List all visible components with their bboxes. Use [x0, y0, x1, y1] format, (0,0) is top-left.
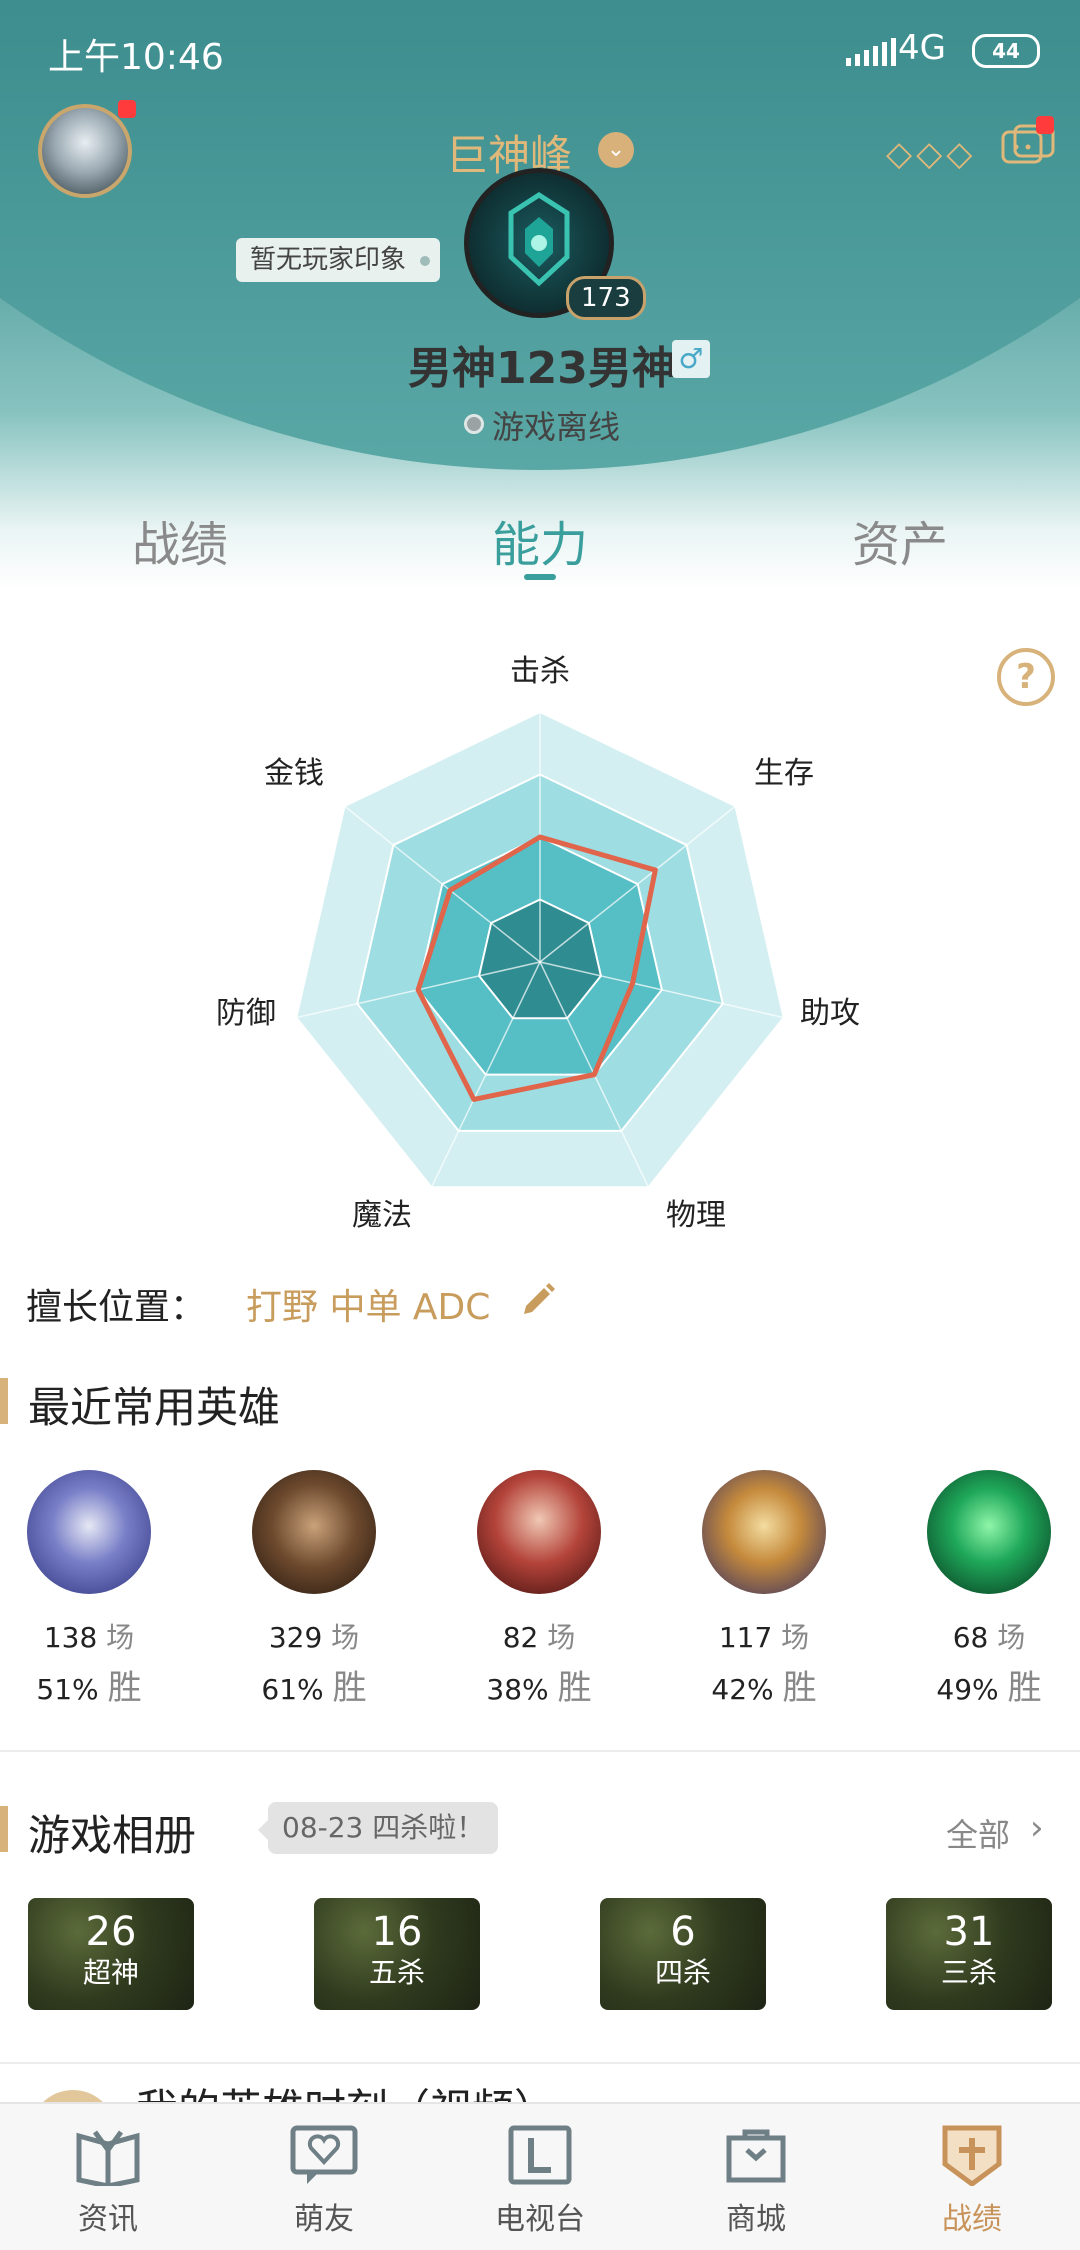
offline-status-dot [464, 414, 484, 434]
level-badge: 173 [566, 276, 646, 320]
ability-radar-chart [295, 710, 785, 1189]
player-impression-tag[interactable]: 暂无玩家印象 [236, 238, 441, 282]
nav-news[interactable]: 资讯 [38, 2124, 178, 2238]
album-view-all-link[interactable]: 全部 [946, 1810, 1010, 1856]
album-card-pentakill[interactable]: 16 五杀 [314, 1898, 480, 2010]
hero-games-4: 117 场 [718, 1621, 810, 1654]
preferred-position-value: 打野 中单 ADC [246, 1287, 491, 1328]
hero-avatar-1[interactable] [27, 1470, 151, 1594]
album-count: 31 [943, 1909, 995, 1955]
album-card-legendary[interactable]: 26 超神 [28, 1898, 194, 2010]
impression-dot [420, 256, 431, 266]
nav-label: 战绩 [942, 2202, 1002, 2237]
section-accent-bar [0, 1378, 8, 1424]
hero-games-2: 329 场 [268, 1621, 360, 1654]
hero-avatar-2[interactable] [252, 1470, 376, 1594]
nav-store[interactable]: 商城 [686, 2124, 826, 2238]
signal-icon [846, 34, 896, 66]
album-name: 四杀 [654, 1956, 711, 1989]
tv-channel-icon [505, 2124, 575, 2186]
album-card-quadrakill[interactable]: 6 四杀 [600, 1898, 766, 2010]
radar-label-gold: 金钱 [264, 756, 324, 791]
tab-record[interactable]: 战绩 [30, 505, 330, 575]
section-divider [0, 1750, 1080, 1752]
chevron-right-icon[interactable]: › [1030, 1808, 1044, 1848]
nav-tv[interactable]: 电视台 [470, 2124, 610, 2238]
radar-label-defense: 防御 [216, 996, 276, 1031]
hero-avatar-4[interactable] [702, 1470, 826, 1594]
news-book-icon [73, 2124, 143, 2189]
network-type: 4G [898, 28, 946, 68]
nav-label: 萌友 [294, 2202, 354, 2237]
game-album-title: 游戏相册 [28, 1811, 197, 1860]
hero-avatar-3[interactable] [477, 1470, 601, 1594]
player-nickname: 男神123男神 [408, 343, 676, 394]
radar-label-assist: 助攻 [800, 996, 860, 1031]
hero-winrate-3: 38% 胜 [486, 1668, 592, 1708]
store-bag-icon [721, 2124, 791, 2186]
album-count: 26 [85, 1909, 137, 1955]
edit-pencil-icon[interactable] [518, 1280, 558, 1324]
radar-label-survive: 生存 [754, 756, 814, 791]
friends-chat-heart-icon [289, 2124, 359, 2186]
impression-text: 暂无玩家印象 [250, 245, 407, 275]
battery-icon: 44 [972, 34, 1040, 68]
user-avatar[interactable] [38, 104, 132, 198]
profile-header: 上午10:46 4G 44 ◇◇◇ 巨神峰 ⌄ 173 暂无玩家印象 男神123… [0, 0, 1080, 590]
album-name: 五杀 [368, 1956, 425, 1989]
tab-ability[interactable]: 能力 [390, 505, 690, 575]
hero-winrate-4: 42% 胜 [711, 1668, 817, 1708]
record-shield-icon [937, 2124, 1007, 2188]
nav-label: 电视台 [495, 2202, 585, 2237]
tip-arrow [258, 1820, 268, 1840]
nav-label: 资讯 [78, 2202, 138, 2237]
tab-assets[interactable]: 资产 [750, 505, 1050, 575]
preferred-position-label: 擅长位置： [26, 1287, 207, 1328]
nav-record[interactable]: 战绩 [902, 2124, 1042, 2238]
album-tip-badge[interactable]: 08-23 四杀啦！ [268, 1802, 499, 1854]
hero-winrate-1: 51% 胜 [36, 1668, 142, 1708]
chevron-down-icon[interactable]: ⌄ [598, 132, 634, 168]
more-icon[interactable]: ◇◇◇ [886, 134, 976, 174]
status-time: 上午10:46 [48, 37, 224, 78]
bottom-navigation: 资讯 萌友 电视台 商城 战绩 [0, 2102, 1080, 2250]
album-card-triplekill[interactable]: 31 三杀 [886, 1898, 1052, 2010]
section-divider [0, 2062, 1080, 2064]
hero-games-1: 138 场 [43, 1621, 135, 1654]
hero-games-5: 68 场 [952, 1621, 1026, 1654]
album-count: 6 [670, 1909, 696, 1955]
avatar-notification-dot [118, 100, 136, 118]
gender-male-icon: ♂ [672, 340, 710, 378]
radar-label-kill: 击杀 [510, 654, 570, 689]
hero-winrate-5: 49% 胜 [936, 1668, 1042, 1708]
hero-games-3: 82 场 [502, 1621, 576, 1654]
nav-friends[interactable]: 萌友 [254, 2124, 394, 2238]
hero-winrate-2: 61% 胜 [261, 1668, 367, 1708]
section-accent-bar [0, 1806, 8, 1852]
active-tab-indicator [524, 574, 556, 580]
radar-label-physical: 物理 [666, 1198, 726, 1233]
album-name: 三杀 [940, 1956, 997, 1989]
online-status: 游戏离线 [492, 408, 621, 446]
chat-notification-dot [1036, 116, 1054, 134]
hero-avatar-5[interactable] [927, 1470, 1051, 1594]
album-name: 超神 [82, 1956, 139, 1989]
radar-label-magic: 魔法 [352, 1198, 412, 1233]
nav-label: 商城 [726, 2202, 786, 2237]
recent-heroes-title: 最近常用英雄 [28, 1383, 281, 1432]
album-count: 16 [371, 1909, 423, 1955]
